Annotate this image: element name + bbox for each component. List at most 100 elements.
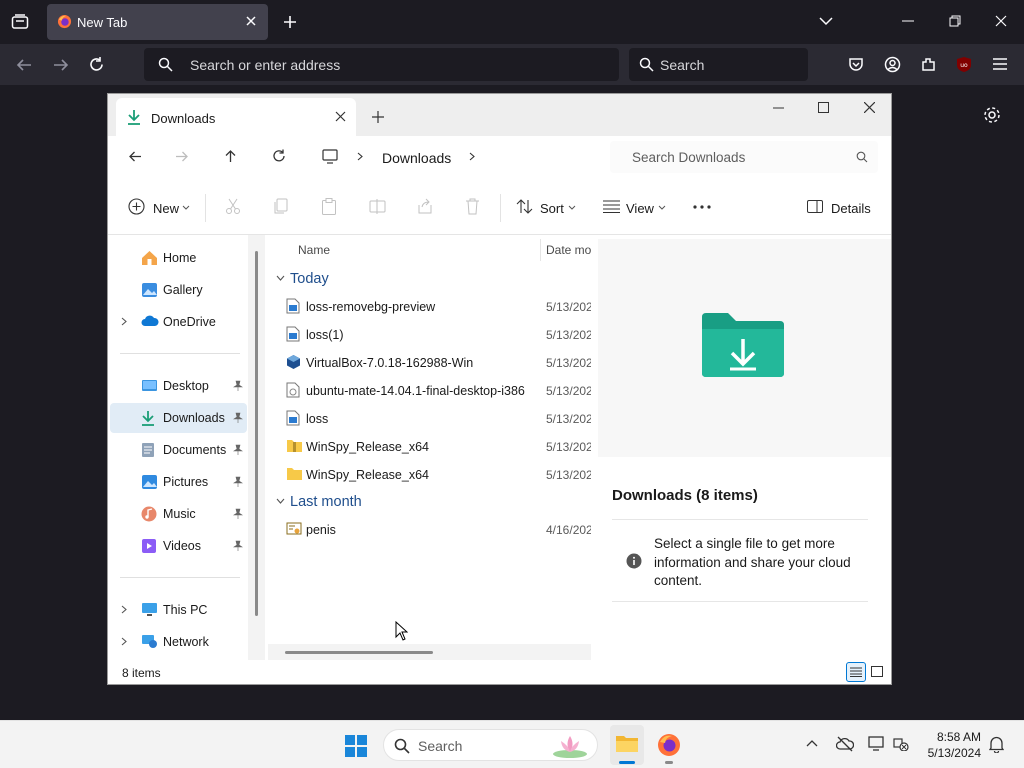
file-row[interactable]: VirtualBox-7.0.18-162988-Win 5/13/2024 <box>284 351 591 375</box>
menu-icon[interactable] <box>993 58 1007 70</box>
sort-button[interactable]: Sort <box>540 201 564 216</box>
file-row[interactable]: penis 4/16/2024 <box>284 518 591 542</box>
paste-icon[interactable] <box>321 198 337 215</box>
sidebar-item-pictures[interactable]: Pictures <box>110 467 247 497</box>
file-row[interactable]: WinSpy_Release_x64 5/13/2024 <box>284 463 591 487</box>
column-header-name[interactable]: Name <box>298 243 330 257</box>
tab-list-icon[interactable] <box>11 14 29 30</box>
back-arrow-icon[interactable] <box>128 150 142 163</box>
file-row[interactable]: loss 5/13/2024 <box>284 407 591 431</box>
thumbnail-view-icon[interactable] <box>871 666 883 677</box>
account-icon[interactable] <box>884 56 901 73</box>
chevron-down-icon[interactable] <box>182 205 190 210</box>
maximize-icon[interactable] <box>818 102 829 113</box>
column-header-date[interactable]: Date mo <box>546 243 591 257</box>
network-status-icon[interactable] <box>893 737 909 751</box>
pin-icon[interactable] <box>233 476 243 487</box>
new-icon[interactable] <box>128 198 145 215</box>
pin-icon[interactable] <box>233 412 243 423</box>
more-options-icon[interactable] <box>693 205 711 209</box>
file-list-scrollbar-thumb[interactable] <box>285 651 433 654</box>
refresh-icon[interactable] <box>272 149 286 163</box>
share-icon[interactable] <box>417 198 434 215</box>
view-button[interactable]: View <box>626 201 654 216</box>
view-icon[interactable] <box>603 200 620 213</box>
sidebar-item-home[interactable]: Home <box>110 243 247 273</box>
chevron-right-icon[interactable] <box>469 152 475 161</box>
sidebar-item-videos[interactable]: Videos <box>110 531 247 561</box>
chevron-right-icon[interactable] <box>121 605 127 614</box>
sidebar-item-music[interactable]: Music <box>110 499 247 529</box>
close-tab-icon[interactable] <box>335 111 346 122</box>
browser-search-bar[interactable]: Search <box>629 48 808 81</box>
taskbar-file-explorer[interactable] <box>610 725 644 765</box>
new-tab-icon[interactable] <box>372 111 384 123</box>
pin-icon[interactable] <box>233 380 243 391</box>
close-tab-icon[interactable] <box>242 12 260 30</box>
display-icon[interactable] <box>868 736 886 752</box>
cut-icon[interactable] <box>225 198 241 215</box>
pocket-icon[interactable] <box>848 56 864 72</box>
system-clock[interactable]: 8:58 AM 5/13/2024 <box>928 729 981 761</box>
sidebar-scrollbar-thumb[interactable] <box>255 251 258 616</box>
pin-icon[interactable] <box>233 540 243 551</box>
column-divider[interactable] <box>540 239 541 261</box>
chevron-right-icon[interactable] <box>121 637 127 646</box>
close-window-icon[interactable] <box>995 15 1007 27</box>
sidebar-item-gallery[interactable]: Gallery <box>110 275 247 305</box>
sidebar-item-this-pc[interactable]: This PC <box>110 595 247 625</box>
file-row[interactable]: loss(1) 5/13/2024 <box>284 323 591 347</box>
browser-tab[interactable]: New Tab <box>47 4 268 40</box>
file-name: loss(1) <box>306 328 344 342</box>
chevron-down-icon[interactable] <box>658 205 666 210</box>
taskbar-search[interactable]: Search <box>383 729 598 761</box>
extensions-icon[interactable] <box>920 56 937 73</box>
browser-tabstrip: New Tab <box>0 0 1024 44</box>
back-arrow-icon[interactable] <box>15 57 33 73</box>
details-pane-icon[interactable] <box>807 200 823 213</box>
ublock-icon[interactable]: uo <box>956 56 972 73</box>
reload-icon[interactable] <box>88 56 105 73</box>
sidebar-item-downloads[interactable]: Downloads <box>110 403 247 433</box>
sidebar-item-network[interactable]: Network <box>110 627 247 657</box>
copy-icon[interactable] <box>273 198 289 215</box>
notification-bell-icon[interactable] <box>989 736 1004 753</box>
up-arrow-icon[interactable] <box>224 149 237 163</box>
pc-icon[interactable] <box>322 149 338 164</box>
taskbar-firefox[interactable] <box>652 725 686 765</box>
forward-arrow-icon[interactable] <box>52 57 70 73</box>
explorer-search-input[interactable]: Search Downloads <box>610 141 878 173</box>
explorer-tab[interactable]: Downloads <box>116 98 356 136</box>
gear-icon[interactable] <box>982 105 1002 125</box>
close-window-icon[interactable] <box>864 102 875 113</box>
minimize-icon[interactable] <box>773 107 784 109</box>
taskbar: Search 8:58 AM 5/13/2024 <box>0 720 1024 768</box>
restore-icon[interactable] <box>949 15 961 27</box>
delete-icon[interactable] <box>465 198 480 215</box>
breadcrumb-downloads[interactable]: Downloads <box>382 150 451 166</box>
sidebar-item-onedrive[interactable]: OneDrive <box>110 307 247 337</box>
pin-icon[interactable] <box>233 508 243 519</box>
chevron-down-icon[interactable] <box>568 205 576 210</box>
chevron-up-icon[interactable] <box>806 739 818 747</box>
file-row[interactable]: ubuntu-mate-14.04.1-final-desktop-i386 5… <box>284 379 591 403</box>
new-tab-icon[interactable] <box>282 14 298 30</box>
cloud-offline-icon[interactable] <box>836 736 854 752</box>
sort-icon[interactable] <box>516 198 533 215</box>
forward-arrow-icon[interactable] <box>175 150 189 163</box>
details-button[interactable]: Details <box>831 201 871 216</box>
chevron-right-icon[interactable] <box>357 152 363 161</box>
sidebar-item-desktop[interactable]: Desktop <box>110 371 247 401</box>
url-bar[interactable]: Search or enter address <box>144 48 619 81</box>
sidebar-item-documents[interactable]: Documents <box>110 435 247 465</box>
start-icon[interactable] <box>344 734 368 758</box>
pin-icon[interactable] <box>233 444 243 455</box>
minimize-icon[interactable] <box>902 20 914 22</box>
new-button[interactable]: New <box>153 201 179 216</box>
details-view-button[interactable] <box>846 662 866 682</box>
file-row[interactable]: WinSpy_Release_x64 5/13/2024 <box>284 435 591 459</box>
chevron-right-icon[interactable] <box>121 317 127 326</box>
file-row[interactable]: loss-removebg-preview 5/13/2024 <box>284 295 591 319</box>
rename-icon[interactable] <box>369 198 386 215</box>
chevron-down-icon[interactable] <box>818 15 834 27</box>
